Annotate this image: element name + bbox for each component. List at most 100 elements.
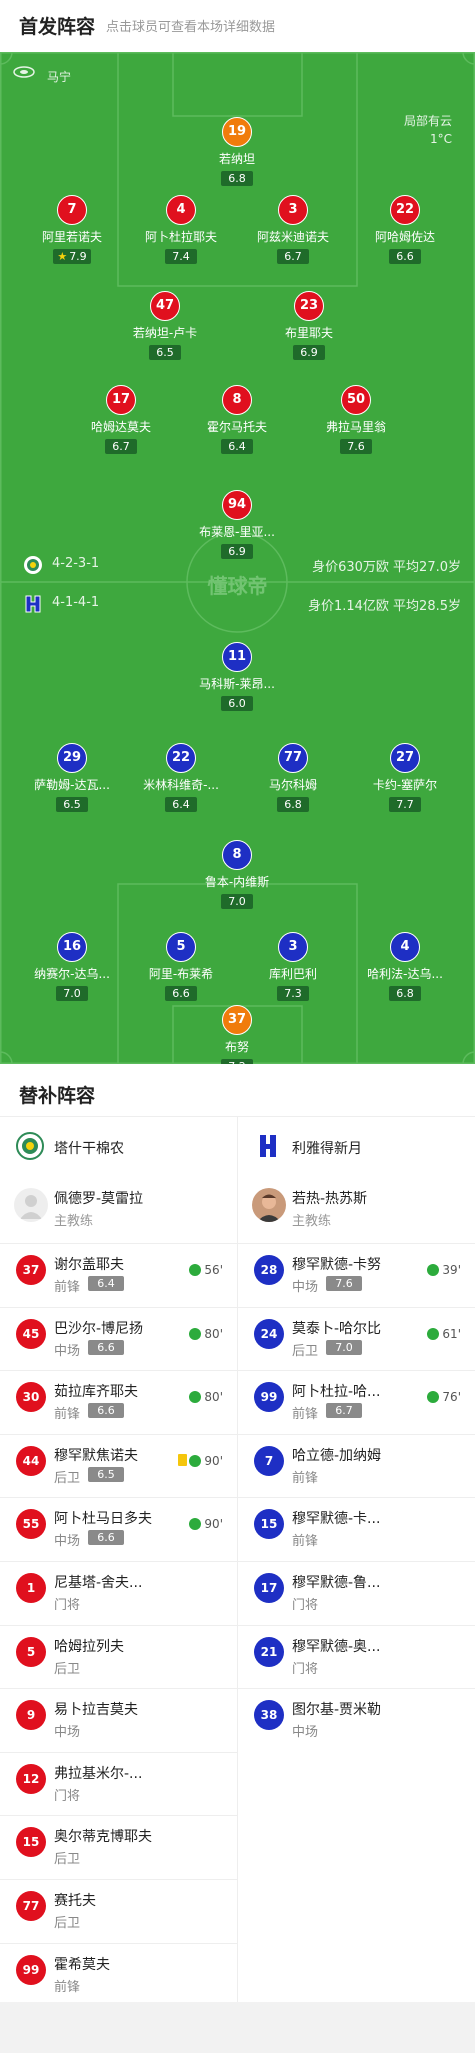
sub-number-badge: 38 (254, 1700, 284, 1731)
away-player-9[interactable]: 4 哈利法-达乌... 6.8 (350, 932, 460, 1001)
sub-player-position: 中场 (292, 1725, 319, 1741)
sub-number-badge: 77 (16, 1890, 46, 1921)
away-team-row[interactable]: 利雅得新月 (238, 1116, 475, 1176)
sub-on-minute-value: 76' (442, 1390, 461, 1405)
player-name: 霍尔马托夫 (206, 420, 267, 434)
home-player-9[interactable]: 50 弗拉马里翁 7.6 (301, 385, 411, 454)
home-player-4[interactable]: 22 阿哈姆佐达 6.6 (350, 195, 460, 264)
sub-player-row[interactable]: 15 穆罕默德-卡... 前锋 (238, 1497, 475, 1561)
home-subs-column: 塔什干棉农 佩德罗-莫雷拉 主教练 37 谢尔盖耶夫 前锋 6.4 56' 45 巴沙尔-博… (0, 1116, 237, 2006)
sub-player-row[interactable]: 21 穆罕默德-奥... 门将 (238, 1624, 475, 1689)
row-divider (238, 1497, 475, 1499)
away-coach-role: 主教练 (292, 1214, 332, 1229)
sub-player-rating: 6.4 (88, 1276, 124, 1291)
player-rating: 6.6 (389, 249, 421, 264)
player-name: 萨勒姆-达瓦... (34, 778, 110, 792)
away-formation: 4-1-4-1 (52, 595, 100, 610)
player-number-badge: 8 (222, 840, 252, 870)
home-player-6[interactable]: 23 布里耶夫 6.9 (254, 291, 364, 360)
player-name: 布莱恩-里亚... (199, 525, 275, 539)
home-team-logo-icon (16, 1132, 44, 1160)
sub-player-position: 前锋 (54, 1979, 81, 1995)
row-divider (0, 1751, 237, 1753)
home-player-1[interactable]: 7 阿里若诺夫 ★ 7.9 (17, 195, 127, 264)
sub-player-row[interactable]: 28 穆罕默德-卡努 中场 7.6 39' (238, 1243, 475, 1307)
sub-player-row[interactable]: 9 易卜拉吉莫夫 中场 (0, 1688, 237, 1752)
row-divider (0, 1306, 237, 1308)
sub-number-badge: 30 (16, 1382, 46, 1413)
sub-player-position: 后卫 (54, 1915, 81, 1931)
row-divider (238, 1433, 475, 1435)
home-player-0[interactable]: 19 若纳坦 6.8 (182, 117, 292, 186)
away-team-logo-icon (260, 1135, 276, 1157)
away-player-1[interactable]: 29 萨勒姆-达瓦... 6.5 (17, 743, 127, 812)
sub-number-badge: 7 (254, 1445, 284, 1476)
sub-number-badge: 24 (254, 1318, 284, 1349)
player-rating: 6.9 (221, 544, 253, 559)
sub-player-row[interactable]: 24 莫泰卜-哈尔比 后卫 7.0 61' (238, 1306, 475, 1371)
sub-on-minute-value: 80' (204, 1390, 223, 1405)
sub-player-position: 后卫 (54, 1661, 81, 1677)
sub-player-row[interactable]: 30 茹拉库齐耶夫 前锋 6.6 80' (0, 1370, 237, 1434)
player-number-badge: 8 (222, 385, 252, 415)
away-player-0[interactable]: 11 马科斯-莱昂... 6.0 (182, 642, 292, 711)
sub-player-row[interactable]: 17 穆罕默德-鲁... 门将 (238, 1560, 475, 1625)
sub-number-badge: 45 (16, 1318, 46, 1349)
player-name: 若纳坦-卢卡 (132, 326, 198, 340)
home-player-3[interactable]: 3 阿兹米迪诺夫 6.7 (238, 195, 348, 264)
player-rating: ★ 7.9 (53, 249, 91, 264)
away-player-3[interactable]: 77 马尔科姆 6.8 (238, 743, 348, 812)
away-player-2[interactable]: 22 米林科维奇-... 6.4 (126, 743, 236, 812)
sub-player-position: 门将 (292, 1661, 319, 1677)
sub-on-minute: 80' (189, 1390, 223, 1404)
player-number-badge: 94 (222, 490, 252, 520)
player-number-badge: 17 (106, 385, 136, 415)
sub-player-row[interactable]: 7 哈立德-加纳姆 前锋 (238, 1433, 475, 1498)
sub-number-badge: 15 (254, 1509, 284, 1540)
home-team-logo-icon (24, 556, 42, 574)
away-player-4[interactable]: 27 卡约-塞萨尔 7.7 (350, 743, 460, 812)
sub-player-row[interactable]: 5 哈姆拉列夫 后卫 (0, 1624, 237, 1689)
sub-player-row[interactable]: 37 谢尔盖耶夫 前锋 6.4 56' (0, 1243, 237, 1307)
weather-condition: 局部有云 (403, 114, 452, 128)
home-player-10[interactable]: 94 布莱恩-里亚... 6.9 (182, 490, 292, 559)
player-name: 阿哈姆佐达 (374, 230, 435, 244)
away-coach-row[interactable]: 若热-热苏斯 主教练 (238, 1176, 475, 1243)
sub-player-name: 穆罕默德-鲁... (292, 1574, 381, 1591)
weather-temperature: 1°C (429, 132, 452, 146)
sub-player-row[interactable]: 15 奥尔蒂克博耶夫 后卫 (0, 1815, 237, 1879)
sub-player-row[interactable]: 12 弗拉基米尔-... 门将 (0, 1751, 237, 1816)
away-player-8[interactable]: 3 库利巴利 7.3 (238, 932, 348, 1001)
sub-player-row[interactable]: 38 图尔基-贾米勒 中场 (238, 1688, 475, 1752)
home-team-name: 塔什干棉农 (54, 1141, 124, 1157)
sub-player-row[interactable]: 1 尼基塔-舍夫... 门将 (0, 1560, 237, 1625)
sub-player-row[interactable]: 45 巴沙尔-博尼扬 中场 6.6 80' (0, 1306, 237, 1371)
home-player-5[interactable]: 47 若纳坦-卢卡 6.5 (110, 291, 220, 360)
sub-player-row[interactable]: 99 阿卜杜拉-哈... 前锋 6.7 76' (238, 1370, 475, 1434)
sub-player-rating: 6.6 (88, 1403, 124, 1419)
away-player-6[interactable]: 16 纳赛尔-达乌... 7.0 (17, 932, 127, 1001)
sub-number-badge: 9 (16, 1700, 46, 1731)
row-divider (0, 1433, 237, 1435)
home-player-2[interactable]: 4 阿卜杜拉耶夫 7.4 (126, 195, 236, 264)
sub-player-name: 谢尔盖耶夫 (54, 1257, 124, 1273)
row-divider (238, 1560, 475, 1562)
sub-player-row[interactable]: 55 阿卜杜马日多夫 中场 6.6 90' (0, 1497, 237, 1561)
home-player-7[interactable]: 17 哈姆达莫夫 6.7 (66, 385, 176, 454)
home-player-8[interactable]: 8 霍尔马托夫 6.4 (182, 385, 292, 454)
player-rating: 6.8 (389, 986, 421, 1001)
sub-on-arrow-icon (189, 1327, 202, 1340)
player-name: 阿兹米迪诺夫 (256, 230, 329, 244)
home-team-row[interactable]: 塔什干棉农 (0, 1116, 237, 1176)
sub-player-row[interactable]: 99 霍希莫夫 前锋 (0, 1942, 237, 2007)
coach-photo-icon (257, 1194, 281, 1222)
away-player-5[interactable]: 8 鲁本-内维斯 7.0 (182, 840, 292, 909)
home-coach-row[interactable]: 佩德罗-莫雷拉 主教练 (0, 1176, 237, 1243)
player-name: 弗拉马里翁 (325, 420, 386, 434)
away-player-10[interactable]: 37布努7.2 (182, 1005, 292, 1064)
sub-player-name: 奥尔蒂克博耶夫 (54, 1829, 152, 1846)
sub-player-row[interactable]: 77 赛托夫 后卫 (0, 1878, 237, 1943)
away-player-7[interactable]: 5 阿里-布莱希 6.6 (126, 932, 236, 1001)
sub-player-row[interactable]: 44 穆罕默焦诺夫 后卫 6.5 90' (0, 1433, 237, 1498)
venue-name: 马宁 (47, 70, 72, 84)
